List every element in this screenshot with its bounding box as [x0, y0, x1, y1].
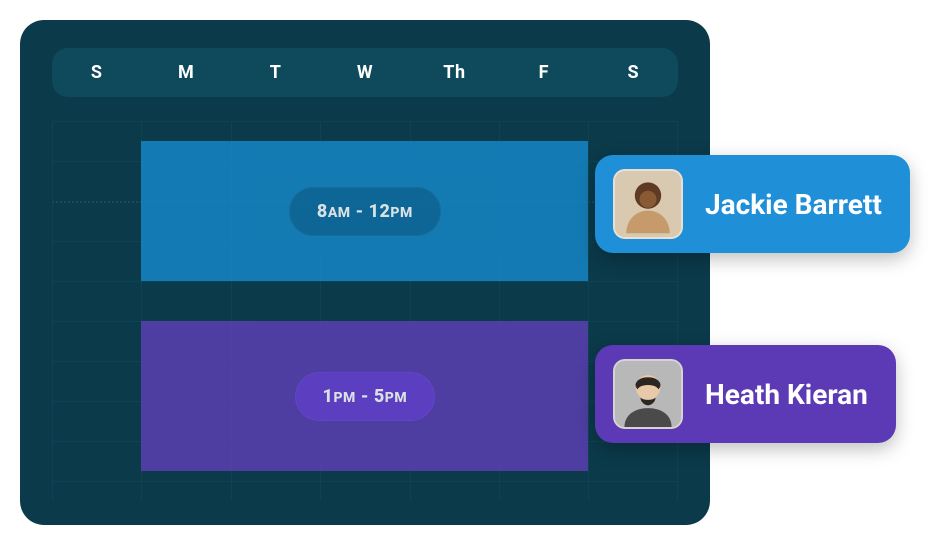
shift-start-ampm: AM [328, 205, 351, 221]
day-column-header: Th [410, 62, 499, 83]
person-icon [615, 171, 681, 237]
day-column-header: S [52, 62, 141, 83]
shift-end-ampm: PM [390, 205, 412, 221]
time-range-separator: - [361, 386, 374, 407]
time-range-separator: - [356, 201, 369, 222]
shift-block-afternoon[interactable]: 1PM - 5PM [141, 321, 588, 471]
day-column-header: W [320, 62, 409, 83]
avatar [613, 169, 683, 239]
shift-block-morning[interactable]: 8AM - 12PM [141, 141, 588, 281]
shift-time-pill: 8AM - 12PM [289, 187, 441, 236]
person-card[interactable]: Heath Kieran [595, 345, 896, 443]
person-icon [615, 361, 681, 427]
day-column-header: M [141, 62, 230, 83]
person-name: Heath Kieran [705, 378, 868, 411]
day-column-header: F [499, 62, 588, 83]
calendar-panel: S M T W Th F S [20, 20, 710, 525]
day-column-header: T [231, 62, 320, 83]
person-card[interactable]: Jackie Barrett [595, 155, 910, 253]
day-header-row: S M T W Th F S [52, 48, 678, 97]
avatar [613, 359, 683, 429]
shift-start-hour: 8 [317, 201, 328, 222]
shift-end-hour: 5 [374, 386, 385, 407]
day-column-header: S [589, 62, 678, 83]
calendar-grid[interactable]: 8AM - 12PM 1PM - 5PM [52, 121, 678, 501]
shift-start-ampm: PM [333, 390, 355, 406]
shift-end-ampm: PM [385, 390, 407, 406]
person-name: Jackie Barrett [705, 188, 882, 221]
shift-start-hour: 1 [323, 386, 334, 407]
shift-time-pill: 1PM - 5PM [295, 372, 436, 421]
shift-end-hour: 12 [369, 201, 391, 222]
